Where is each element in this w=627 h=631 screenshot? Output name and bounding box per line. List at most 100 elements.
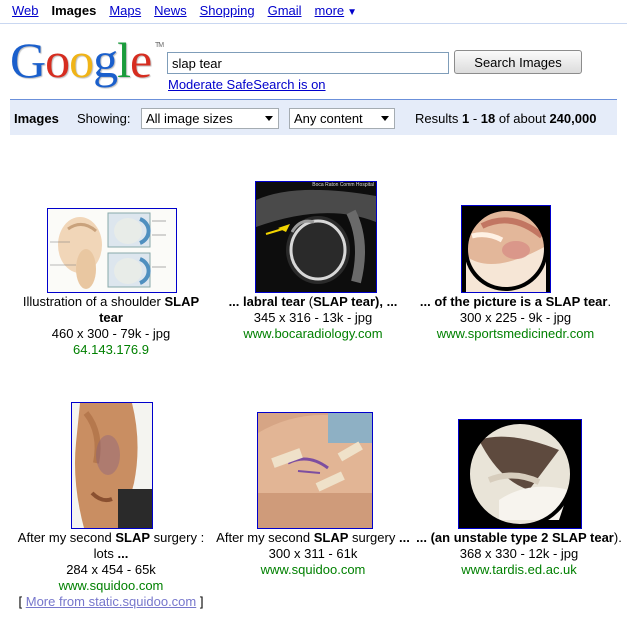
results-count: Results 1 - 18 of about 240,000 xyxy=(415,111,596,126)
safesearch-link[interactable]: Moderate SafeSearch is on xyxy=(168,77,326,92)
nav-maps[interactable]: Maps xyxy=(109,3,141,21)
result-caption[interactable]: Illustration of a shoulder SLAP tear xyxy=(10,294,212,326)
result-item: Illustration of a shoulder SLAP tear 460 … xyxy=(10,140,212,360)
result-thumbnail[interactable] xyxy=(47,208,177,293)
caption-text: . xyxy=(607,294,612,309)
logo-letter-g1: G xyxy=(10,32,46,88)
result-item: After my second SLAP surgery ... 300 x 3… xyxy=(212,395,414,620)
more-from-link[interactable]: More from static.squidoo.com xyxy=(26,594,197,609)
logo-letter-o1: o xyxy=(45,32,70,88)
google-logo[interactable]: Google TM xyxy=(10,31,164,89)
result-caption[interactable]: ... of the picture is a SLAP tear. xyxy=(414,294,617,310)
content-type-value: Any content xyxy=(294,111,363,126)
result-thumbnail[interactable] xyxy=(458,419,582,529)
result-meta: 300 x 225 - 9k - jpg xyxy=(459,310,572,325)
section-title: Images xyxy=(14,111,59,126)
result-item: After my second SLAP surgery : lots ... 2… xyxy=(10,395,212,620)
caption-highlight: ), ... xyxy=(375,294,398,309)
result-item: ... of the picture is a SLAP tear. 300 x… xyxy=(414,140,617,360)
result-item: Boca Raton Comm Hospital ... labral tear… xyxy=(212,140,414,360)
logo-letter-e: e xyxy=(130,32,152,88)
caption-highlight: SLAP xyxy=(115,530,151,545)
content-type-select[interactable]: Any content xyxy=(289,108,395,129)
result-caption[interactable]: ... (an unstable type 2 SLAP tear). xyxy=(414,530,624,546)
caption-text: After my second xyxy=(216,530,314,545)
logo-letter-o2: o xyxy=(69,32,94,88)
showing-label: Showing: xyxy=(77,111,131,126)
caption-text: Illustration of a shoulder xyxy=(22,294,165,309)
arm-photo-image xyxy=(72,403,152,528)
result-thumbnail[interactable] xyxy=(461,205,551,293)
nav-shopping[interactable]: Shopping xyxy=(200,3,255,21)
logo-letter-g2: g xyxy=(93,32,118,88)
results-mid: of about xyxy=(495,111,550,126)
result-site: www.squidoo.com xyxy=(260,562,366,577)
caption-text: After my second xyxy=(17,530,116,545)
results-bar: Images Showing: All image sizes Any cont… xyxy=(10,99,617,135)
mri-scan-image xyxy=(256,182,376,292)
nav-gmail[interactable]: Gmail xyxy=(268,3,302,21)
arthroscopy-image xyxy=(459,420,581,528)
logo-trademark: TM xyxy=(155,42,164,49)
shoulder-diagram-image xyxy=(48,209,176,292)
results-total: 240,000 xyxy=(549,111,597,126)
result-thumbnail[interactable] xyxy=(71,402,153,529)
caption-highlight: SLAP tear xyxy=(551,530,614,545)
caption-highlight: ... labral xyxy=(228,294,282,309)
results-end: 18 xyxy=(480,111,496,126)
dropdown-arrow-icon xyxy=(265,116,273,121)
caption-text: ). xyxy=(613,530,622,545)
caption-highlight: ... (an unstable type 2 xyxy=(416,530,552,545)
image-size-select[interactable]: All image sizes xyxy=(141,108,279,129)
thumb-overlay-text: Boca Raton Comm Hospital xyxy=(312,182,374,188)
result-site: www.bocaradiology.com xyxy=(243,326,383,341)
result-site: 64.143.176.9 xyxy=(73,342,149,357)
top-nav: Web Images Maps News Shopping Gmail more… xyxy=(12,3,357,21)
shoulder-photo-image xyxy=(258,413,372,528)
result-site: www.sportsmedicinedr.com xyxy=(436,326,595,341)
result-thumbnail[interactable]: Boca Raton Comm Hospital xyxy=(255,181,377,293)
result-item: ... (an unstable type 2 SLAP tear). 368 … xyxy=(414,395,624,620)
result-meta: 460 x 300 - 79k - jpg xyxy=(51,326,171,341)
caption-highlight: ... xyxy=(398,530,410,545)
result-caption[interactable]: ... labral tear (SLAP tear), ... xyxy=(212,294,414,310)
caption-highlight: SLAP tear xyxy=(313,294,376,309)
caption-highlight: SLAP xyxy=(164,294,200,309)
caption-text: ( xyxy=(305,294,314,309)
arthroscopy-image xyxy=(462,206,550,292)
result-site: www.tardis.ed.ac.uk xyxy=(461,562,577,577)
nav-more[interactable]: more ▼ xyxy=(315,3,358,21)
caption-highlight: tear xyxy=(99,310,123,325)
result-caption[interactable]: After my second SLAP surgery : lots ... xyxy=(10,530,212,562)
dropdown-arrow-icon xyxy=(381,116,389,121)
more-from-site: [ More from static.squidoo.com ] xyxy=(10,594,212,610)
result-meta: 368 x 330 - 12k - jpg xyxy=(459,546,579,561)
more-from-bracket: ] xyxy=(196,594,204,609)
nav-web[interactable]: Web xyxy=(12,3,39,21)
image-size-value: All image sizes xyxy=(146,111,233,126)
results-prefix: Results xyxy=(415,111,462,126)
caption-highlight: SLAP xyxy=(313,530,349,545)
result-meta: 345 x 316 - 13k - jpg xyxy=(253,310,373,325)
more-from-bracket: [ xyxy=(18,594,26,609)
nav-images: Images xyxy=(51,3,97,18)
caption-highlight: ... xyxy=(117,546,129,561)
caption-text: lots xyxy=(93,546,118,561)
result-caption[interactable]: After my second SLAP surgery ... xyxy=(212,530,414,546)
caption-highlight: tear xyxy=(281,294,306,309)
caption-highlight: SLAP tear xyxy=(545,294,608,309)
chevron-down-icon: ▼ xyxy=(347,7,358,18)
result-meta: 300 x 311 - 61k xyxy=(268,546,358,561)
caption-highlight: ... of the picture is a xyxy=(419,294,546,309)
logo-letter-l: l xyxy=(117,32,131,88)
nav-more-label: more xyxy=(314,3,345,18)
top-divider xyxy=(0,23,627,24)
result-meta: 284 x 454 - 65k xyxy=(66,562,156,577)
search-input[interactable] xyxy=(167,52,449,74)
result-site: www.squidoo.com xyxy=(58,578,164,593)
results-dash: - xyxy=(469,111,481,126)
caption-text: surgery xyxy=(348,530,399,545)
caption-text: surgery : xyxy=(150,530,205,545)
result-thumbnail[interactable] xyxy=(257,412,373,529)
search-images-button[interactable]: Search Images xyxy=(454,50,582,74)
